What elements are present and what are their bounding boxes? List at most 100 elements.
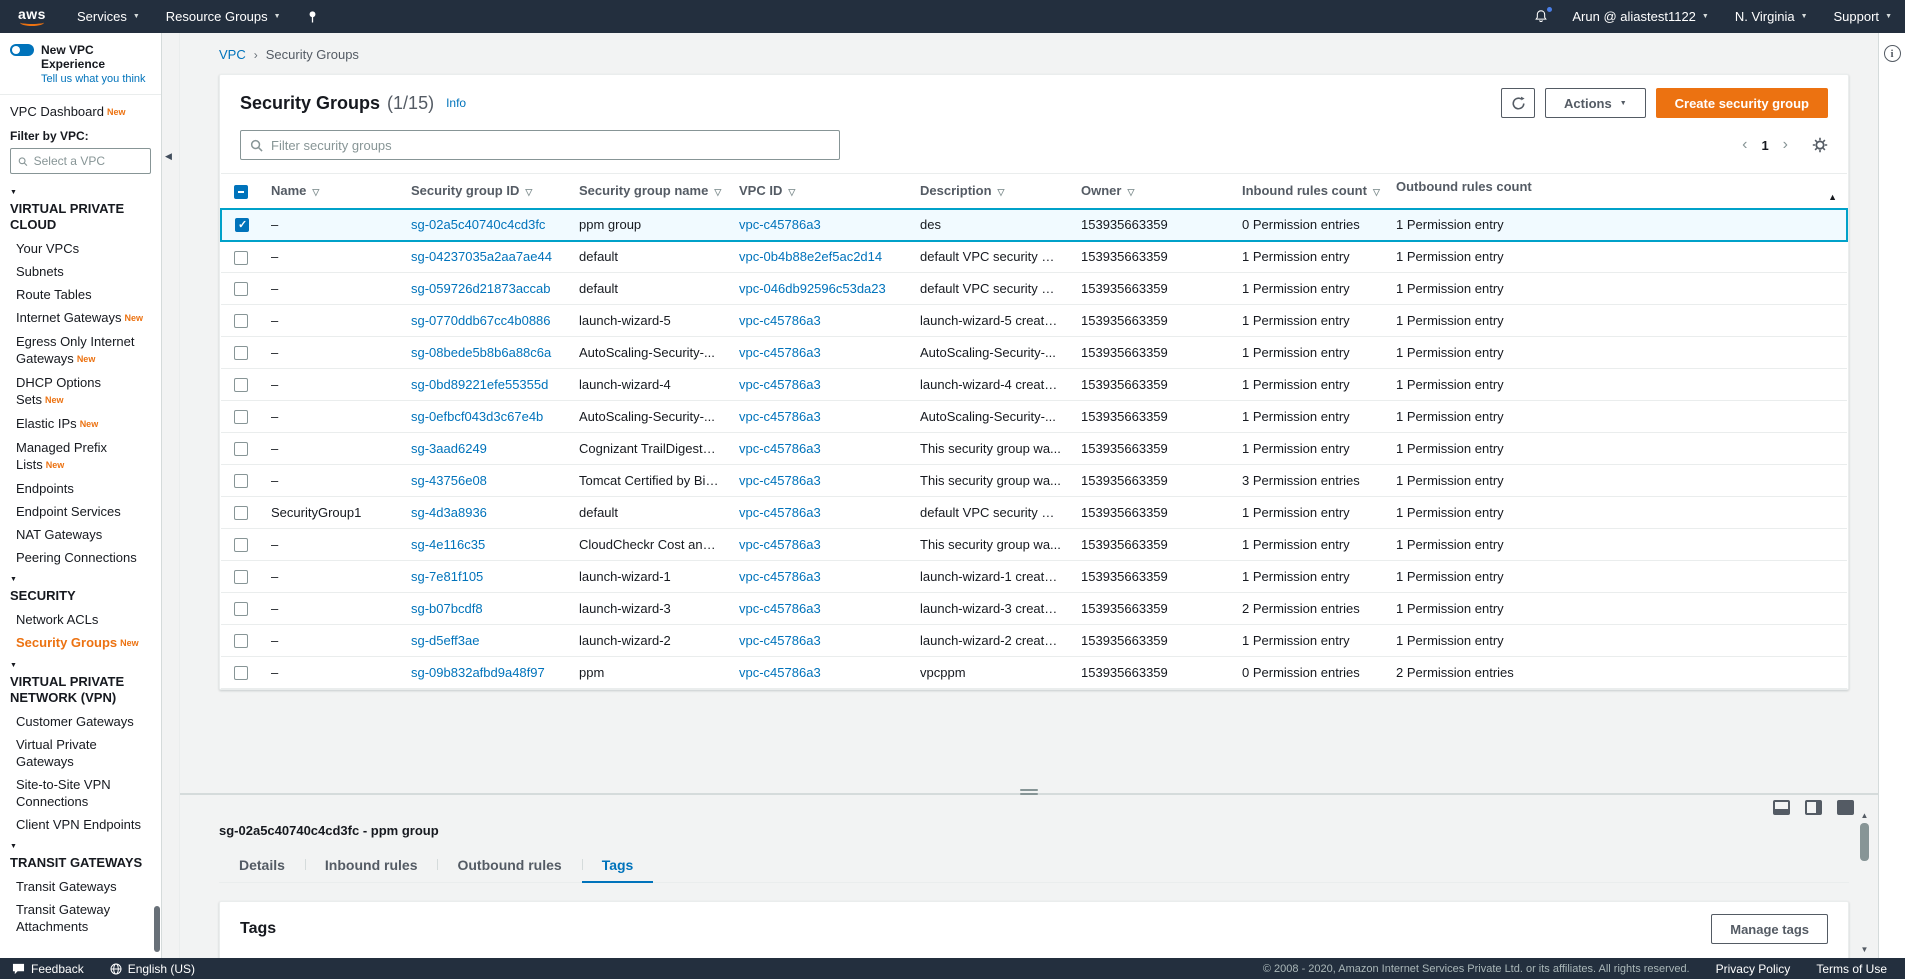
actions-button[interactable]: Actions ▼ xyxy=(1545,88,1646,118)
panel-position-bottom-icon[interactable] xyxy=(1773,800,1790,815)
table-row[interactable]: – sg-d5eff3ae launch-wizard-2 vpc-c45786… xyxy=(221,625,1847,657)
notifications-button[interactable] xyxy=(1523,0,1559,33)
security-group-id-link[interactable]: sg-02a5c40740c4cd3fc xyxy=(411,217,545,232)
sidebar-item-vpc-dashboard[interactable]: VPC DashboardNew xyxy=(0,95,161,123)
vpc-filter-input[interactable] xyxy=(34,154,143,168)
sidebar-item-transit-gateway-attachments[interactable]: Transit Gateway Attachments xyxy=(0,898,161,938)
table-row[interactable]: – sg-09b832afbd9a48f97 ppm vpc-c45786a3 … xyxy=(221,657,1847,689)
security-group-id-link[interactable]: sg-08bede5b8b6a88c6a xyxy=(411,345,551,360)
new-experience-toggle[interactable] xyxy=(10,44,34,56)
table-row[interactable]: – sg-0770ddb67cc4b0886 launch-wizard-5 v… xyxy=(221,305,1847,337)
row-checkbox[interactable] xyxy=(234,410,248,424)
sidebar-item-endpoint-services[interactable]: Endpoint Services xyxy=(0,500,161,523)
security-group-id-link[interactable]: sg-43756e08 xyxy=(411,473,487,488)
security-group-id-link[interactable]: sg-09b832afbd9a48f97 xyxy=(411,665,545,680)
row-checkbox[interactable] xyxy=(234,666,248,680)
privacy-policy-link[interactable]: Privacy Policy xyxy=(1716,962,1791,976)
refresh-button[interactable] xyxy=(1501,88,1535,118)
security-group-id-link[interactable]: sg-4e116c35 xyxy=(411,537,485,552)
sidebar-item-peering-connections[interactable]: Peering Connections xyxy=(0,546,161,569)
previous-page-button[interactable]: ‹ xyxy=(1742,137,1747,153)
vpc-id-link[interactable]: vpc-c45786a3 xyxy=(739,473,821,488)
security-group-id-link[interactable]: sg-b07bcdf8 xyxy=(411,601,483,616)
security-group-id-link[interactable]: sg-0bd89221efe55355d xyxy=(411,377,548,392)
row-checkbox[interactable] xyxy=(235,218,249,232)
tab-tags[interactable]: Tags xyxy=(582,850,654,883)
table-row[interactable]: – sg-02a5c40740c4cd3fc ppm group vpc-c45… xyxy=(221,209,1847,241)
security-group-id-link[interactable]: sg-7e81f105 xyxy=(411,569,483,584)
select-all-checkbox[interactable] xyxy=(234,185,248,199)
region-menu[interactable]: N. Virginia ▼ xyxy=(1722,0,1821,33)
table-row[interactable]: – sg-04237035a2aa7ae44 default vpc-0b4b8… xyxy=(221,241,1847,273)
sidebar-item-managed-prefix-lists[interactable]: Managed Prefix ListsNew xyxy=(0,436,161,477)
services-menu[interactable]: Services ▼ xyxy=(64,0,153,33)
pinned-shortcut-button[interactable] xyxy=(294,0,331,33)
vpc-id-link[interactable]: vpc-c45786a3 xyxy=(739,441,821,456)
filter-icon[interactable]: ▽ xyxy=(525,187,532,197)
row-checkbox[interactable] xyxy=(234,506,248,520)
row-checkbox[interactable] xyxy=(234,442,248,456)
vpc-id-link[interactable]: vpc-c45786a3 xyxy=(739,313,821,328)
tab-outbound-rules[interactable]: Outbound rules xyxy=(437,850,581,883)
sidebar-item-elastic-ips[interactable]: Elastic IPsNew xyxy=(0,412,161,436)
table-row[interactable]: SecurityGroup1 sg-4d3a8936 default vpc-c… xyxy=(221,497,1847,529)
table-row[interactable]: – sg-0bd89221efe55355d launch-wizard-4 v… xyxy=(221,369,1847,401)
vpc-id-link[interactable]: vpc-c45786a3 xyxy=(739,345,821,360)
sidebar-item-internet-gateways[interactable]: Internet GatewaysNew xyxy=(0,306,161,330)
sidebar-item-egress-only-internet-gateways[interactable]: Egress Only Internet GatewaysNew xyxy=(0,330,161,371)
info-link[interactable]: Info xyxy=(446,96,466,110)
account-menu[interactable]: Arun @ aliastest1122 ▼ xyxy=(1559,0,1721,33)
scroll-down-icon[interactable]: ▼ xyxy=(1861,945,1869,955)
filter-icon[interactable]: ▽ xyxy=(998,187,1005,197)
sidebar-item-virtual-private-gateways[interactable]: Virtual Private Gateways xyxy=(0,733,161,773)
sidebar-item-network-acls[interactable]: Network ACLs xyxy=(0,608,161,631)
sidebar-item-nat-gateways[interactable]: NAT Gateways xyxy=(0,523,161,546)
sort-ascending-icon[interactable]: ▲ xyxy=(1828,192,1837,202)
row-checkbox[interactable] xyxy=(234,346,248,360)
row-checkbox[interactable] xyxy=(234,378,248,392)
filter-icon[interactable]: ▽ xyxy=(1127,187,1134,197)
security-group-id-link[interactable]: sg-0770ddb67cc4b0886 xyxy=(411,313,551,328)
vpc-id-link[interactable]: vpc-c45786a3 xyxy=(739,633,821,648)
sidebar-scrollbar-thumb[interactable] xyxy=(154,906,160,952)
table-row[interactable]: – sg-7e81f105 launch-wizard-1 vpc-c45786… xyxy=(221,561,1847,593)
create-security-group-button[interactable]: Create security group xyxy=(1656,88,1828,118)
security-group-id-link[interactable]: sg-059726d21873accab xyxy=(411,281,551,296)
section-collapse-icon[interactable]: ▼ xyxy=(0,836,161,852)
manage-tags-button[interactable]: Manage tags xyxy=(1711,914,1828,944)
vpc-id-link[interactable]: vpc-046db92596c53da23 xyxy=(739,281,886,296)
row-checkbox[interactable] xyxy=(234,474,248,488)
sidebar-item-your-vpcs[interactable]: Your VPCs xyxy=(0,237,161,260)
sidebar-item-customer-gateways[interactable]: Customer Gateways xyxy=(0,710,161,733)
vpc-id-link[interactable]: vpc-c45786a3 xyxy=(739,537,821,552)
vpc-id-link[interactable]: vpc-c45786a3 xyxy=(739,409,821,424)
row-checkbox[interactable] xyxy=(234,538,248,552)
filter-icon[interactable]: ▽ xyxy=(312,187,319,197)
security-group-id-link[interactable]: sg-0efbcf043d3c67e4b xyxy=(411,409,543,424)
table-row[interactable]: – sg-059726d21873accab default vpc-046db… xyxy=(221,273,1847,305)
panel-maximize-icon[interactable] xyxy=(1837,800,1854,815)
vpc-id-link[interactable]: vpc-c45786a3 xyxy=(739,217,821,232)
security-group-id-link[interactable]: sg-3aad6249 xyxy=(411,441,487,456)
table-row[interactable]: – sg-b07bcdf8 launch-wizard-3 vpc-c45786… xyxy=(221,593,1847,625)
sidebar-item-subnets[interactable]: Subnets xyxy=(0,260,161,283)
sidebar-item-route-tables[interactable]: Route Tables xyxy=(0,283,161,306)
language-selector[interactable]: English (US) xyxy=(110,962,195,976)
scroll-up-icon[interactable]: ▲ xyxy=(1861,811,1869,821)
support-menu[interactable]: Support ▼ xyxy=(1821,0,1905,33)
security-group-id-link[interactable]: sg-d5eff3ae xyxy=(411,633,479,648)
table-row[interactable]: – sg-43756e08 Tomcat Certified by Bit...… xyxy=(221,465,1847,497)
tab-inbound-rules[interactable]: Inbound rules xyxy=(305,850,438,883)
row-checkbox[interactable] xyxy=(234,602,248,616)
aws-logo[interactable]: aws xyxy=(0,0,64,33)
security-group-id-link[interactable]: sg-4d3a8936 xyxy=(411,505,487,520)
row-checkbox[interactable] xyxy=(234,314,248,328)
next-page-button[interactable]: › xyxy=(1783,137,1788,153)
vpc-filter-select[interactable] xyxy=(10,148,151,174)
sidebar-item-dhcp-options-sets[interactable]: DHCP Options SetsNew xyxy=(0,371,161,412)
vpc-id-link[interactable]: vpc-c45786a3 xyxy=(739,505,821,520)
table-row[interactable]: – sg-3aad6249 Cognizant TrailDigest (...… xyxy=(221,433,1847,465)
scrollbar-track[interactable] xyxy=(1860,821,1869,945)
table-row[interactable]: – sg-08bede5b8b6a88c6a AutoScaling-Secur… xyxy=(221,337,1847,369)
section-collapse-icon[interactable]: ▼ xyxy=(0,182,161,198)
